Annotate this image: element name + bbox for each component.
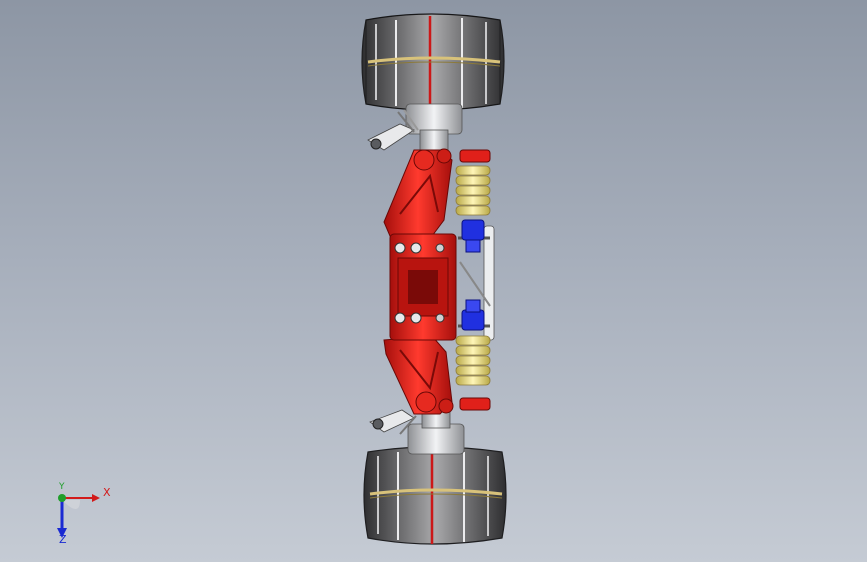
suspension-frame[interactable]	[383, 148, 457, 415]
x-axis-label: X	[103, 486, 111, 499]
tire-top[interactable]	[361, 13, 505, 111]
rc-axle-model[interactable]	[0, 0, 867, 562]
y-axis-label: Y	[59, 482, 65, 492]
coordinate-triad: X Y Z	[40, 478, 120, 548]
z-axis-label: Z	[59, 533, 67, 546]
tire-bottom[interactable]	[363, 446, 507, 545]
hub-bottom[interactable]	[369, 409, 465, 455]
hub-top[interactable]	[367, 103, 463, 151]
cad-viewport[interactable]: X Y Z	[0, 0, 867, 562]
